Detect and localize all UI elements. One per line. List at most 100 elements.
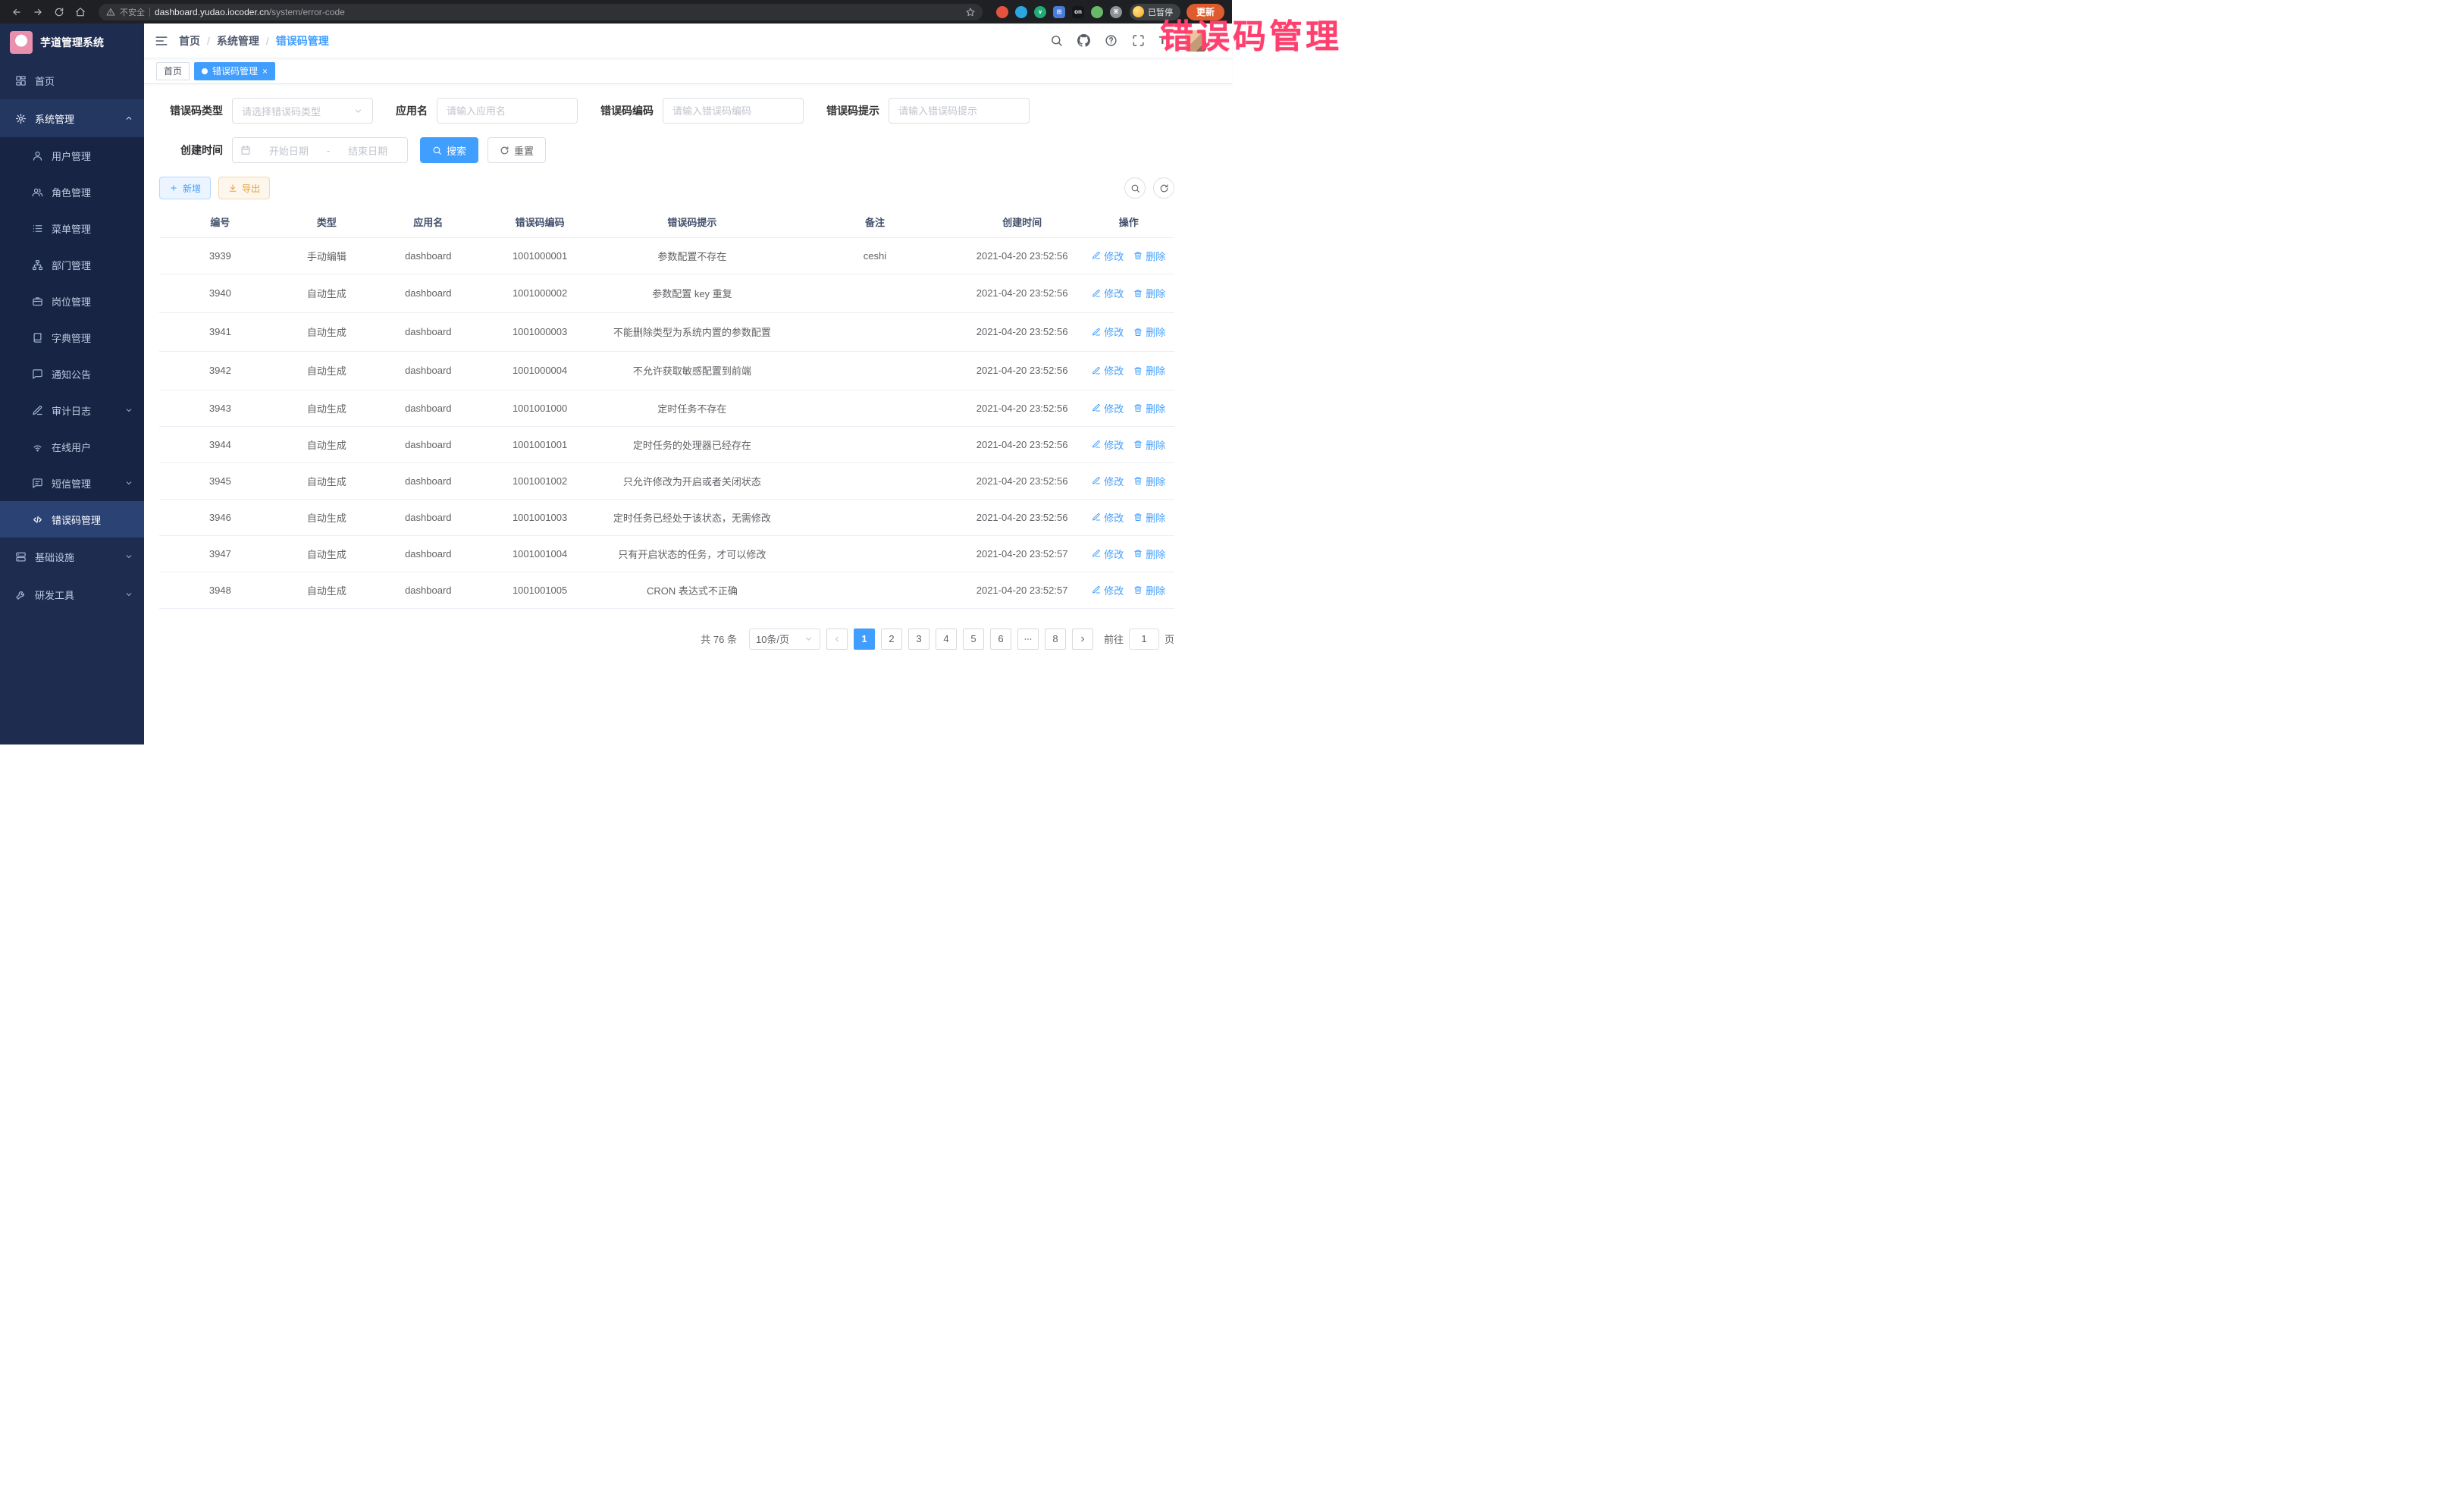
search-button[interactable]: 搜索: [420, 137, 478, 163]
edit-link[interactable]: 修改: [1092, 474, 1124, 488]
refresh-icon: [500, 146, 509, 155]
delete-link[interactable]: 删除: [1133, 547, 1165, 561]
sidebar-item-dict-mgmt[interactable]: 字典管理: [0, 319, 144, 356]
pager-page-button[interactable]: 3: [908, 629, 929, 650]
error-code-icon: [32, 514, 43, 525]
pager-page-button[interactable]: 6: [990, 629, 1011, 650]
delete-link[interactable]: 删除: [1133, 286, 1165, 300]
fullscreen-button[interactable]: [1132, 34, 1145, 47]
error-code-input[interactable]: [663, 98, 804, 124]
sidebar-item-menu-mgmt[interactable]: 菜单管理: [0, 210, 144, 246]
sidebar-item-role-mgmt[interactable]: 角色管理: [0, 174, 144, 210]
sidebar-item-error-code[interactable]: 错误码管理: [0, 501, 144, 538]
edit-link[interactable]: 修改: [1092, 510, 1124, 525]
browser-reload-button[interactable]: [50, 3, 68, 21]
edit-link[interactable]: 修改: [1092, 547, 1124, 561]
filter-field-app-name: 应用名: [396, 98, 578, 124]
sidebar-item-dept-mgmt[interactable]: 部门管理: [0, 246, 144, 283]
export-button[interactable]: 导出: [218, 177, 270, 199]
pager-page-button[interactable]: 8: [1045, 629, 1066, 650]
page-size-select[interactable]: 10条/页: [749, 629, 820, 650]
menu-item-label: 基础设施: [35, 550, 74, 564]
extension-leaf-icon[interactable]: [1091, 6, 1103, 18]
edit-link[interactable]: 修改: [1092, 324, 1124, 339]
breadcrumb-item[interactable]: 首页: [179, 33, 200, 49]
menu-item-label: 审计日志: [52, 403, 91, 418]
pager-page-button[interactable]: 4: [936, 629, 957, 650]
pager-more-button[interactable]: [1017, 629, 1039, 650]
date-range-picker[interactable]: 开始日期 - 结束日期: [232, 137, 408, 163]
delete-link[interactable]: 删除: [1133, 401, 1165, 415]
sidebar-item-home[interactable]: 首页: [0, 61, 144, 99]
column-header: 应用名: [372, 207, 484, 237]
pager-page-button[interactable]: 1: [854, 629, 875, 650]
close-icon[interactable]: ×: [262, 67, 268, 76]
cell-id: 3945: [159, 462, 281, 499]
sidebar-item-online-users[interactable]: 在线用户: [0, 428, 144, 465]
sidebar-item-user-mgmt[interactable]: 用户管理: [0, 137, 144, 174]
sidebar-item-post-mgmt[interactable]: 岗位管理: [0, 283, 144, 319]
extension-pin-icon[interactable]: ⌘: [1110, 6, 1122, 18]
edit-link[interactable]: 修改: [1092, 363, 1124, 378]
delete-link[interactable]: 删除: [1133, 363, 1165, 378]
sidebar-collapse-button[interactable]: [155, 34, 168, 48]
cell-actions: 修改删除: [1083, 499, 1174, 535]
pager-page-button[interactable]: 2: [881, 629, 902, 650]
extension-green-check-icon[interactable]: v: [1034, 6, 1046, 18]
edit-link[interactable]: 修改: [1092, 286, 1124, 300]
url-path: /system/error-code: [269, 7, 345, 17]
delete-link[interactable]: 删除: [1133, 324, 1165, 339]
refresh-table-button[interactable]: [1153, 177, 1174, 199]
extension-red-dot-icon[interactable]: [996, 6, 1008, 18]
cell-error-message: 不允许获取敏感配置到前端: [596, 351, 788, 390]
column-header: 备注: [788, 207, 961, 237]
pager-prev-button[interactable]: [826, 629, 848, 650]
sidebar-item-notice[interactable]: 通知公告: [0, 356, 144, 392]
github-button[interactable]: [1077, 34, 1090, 47]
delete-link[interactable]: 删除: [1133, 510, 1165, 525]
pager-pages: 123456 8: [854, 629, 1066, 650]
reset-button[interactable]: 重置: [487, 137, 546, 163]
help-button[interactable]: [1105, 34, 1118, 47]
cell-remark: [788, 351, 961, 390]
tag-error-code[interactable]: 错误码管理×: [194, 62, 275, 80]
page-jump-input[interactable]: [1129, 629, 1159, 650]
delete-link[interactable]: 删除: [1133, 249, 1165, 263]
menu-item-label: 在线用户: [52, 440, 91, 454]
extension-blue-drop-icon[interactable]: [1015, 6, 1027, 18]
extension-on-badge-icon[interactable]: on: [1072, 6, 1084, 18]
app-logo[interactable]: 芋道管理系统: [0, 24, 144, 61]
browser-home-button[interactable]: [71, 3, 89, 21]
hamburger-icon: [155, 34, 168, 48]
edit-link[interactable]: 修改: [1092, 401, 1124, 415]
pager-page-button[interactable]: 5: [963, 629, 984, 650]
sidebar-item-dev-tools[interactable]: 研发工具: [0, 575, 144, 613]
extension-grid-icon[interactable]: ⊞: [1053, 6, 1065, 18]
breadcrumb-item[interactable]: 系统管理: [217, 33, 259, 49]
address-bar[interactable]: 不安全 dashboard.yudao.iocoder.cn/system/er…: [99, 4, 983, 20]
sidebar-item-system-mgmt[interactable]: 系统管理: [0, 99, 144, 137]
browser-forward-button[interactable]: [29, 3, 47, 21]
cell-remark: [788, 426, 961, 462]
edit-link[interactable]: 修改: [1092, 249, 1124, 263]
edit-link[interactable]: 修改: [1092, 583, 1124, 597]
delete-link[interactable]: 删除: [1133, 437, 1165, 452]
bookmark-star-button[interactable]: [961, 3, 980, 21]
cell-remark: [788, 274, 961, 312]
edit-link[interactable]: 修改: [1092, 437, 1124, 452]
error-message-input[interactable]: [889, 98, 1030, 124]
online-icon: [32, 441, 43, 453]
error-type-select[interactable]: 请选择错误码类型: [232, 98, 373, 124]
browser-back-button[interactable]: [8, 3, 26, 21]
app-name-input[interactable]: [437, 98, 578, 124]
search-button[interactable]: [1050, 34, 1063, 47]
delete-link[interactable]: 删除: [1133, 474, 1165, 488]
delete-link[interactable]: 删除: [1133, 583, 1165, 597]
sidebar-item-sms-mgmt[interactable]: 短信管理: [0, 465, 144, 501]
pager-next-button[interactable]: [1072, 629, 1093, 650]
add-button[interactable]: 新增: [159, 177, 211, 199]
sidebar-item-audit-log[interactable]: 审计日志: [0, 392, 144, 428]
sidebar-item-infrastructure[interactable]: 基础设施: [0, 538, 144, 575]
tag-home[interactable]: 首页: [156, 62, 190, 80]
toggle-search-button[interactable]: [1124, 177, 1146, 199]
